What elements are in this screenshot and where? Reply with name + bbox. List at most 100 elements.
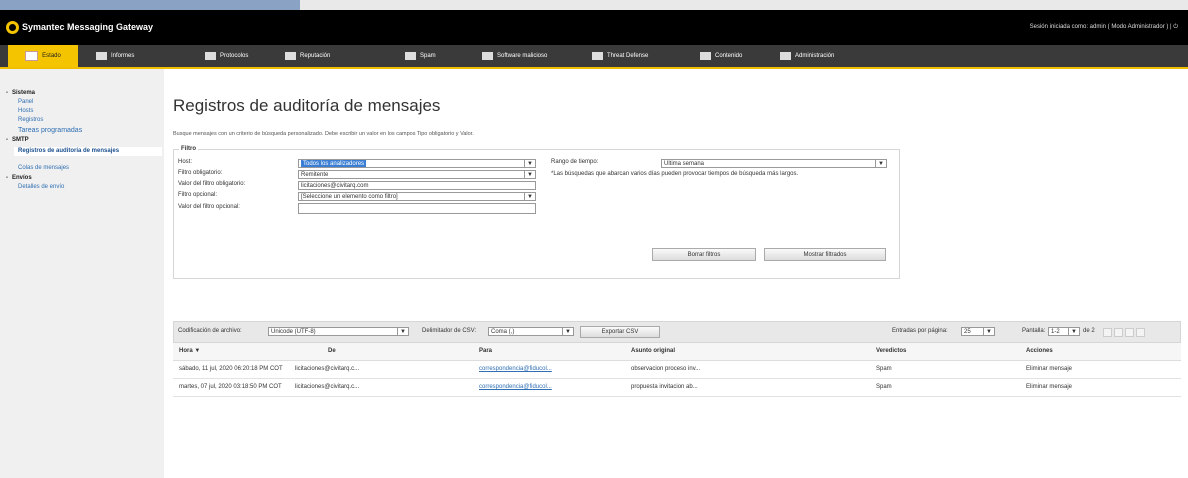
administration-icon <box>780 52 791 60</box>
sidebar-section-sistema[interactable]: Sistema <box>6 90 35 96</box>
main-content: Registros de auditoría de mensajes Busqu… <box>164 69 1188 478</box>
optional-filter-label: Filtro opcional: <box>178 192 218 198</box>
optional-filter-select[interactable]: [Seleccione un elemento como filtro] ▼ <box>298 192 536 201</box>
nav-spam[interactable]: Spam <box>405 45 436 67</box>
cell-asunto: observacion proceso inv... <box>631 366 701 372</box>
next-page-icon[interactable] <box>1125 328 1134 337</box>
reports-icon <box>96 52 107 60</box>
host-label: Host: <box>178 159 193 165</box>
cell-veredicto: Spam <box>876 384 892 390</box>
results-toolbar: Codificación de archivo: Unicode (UTF-8)… <box>173 321 1181 343</box>
last-page-icon[interactable] <box>1136 328 1145 337</box>
table-header: Hora ▼ De Para Asunto original Veredicto… <box>173 343 1181 361</box>
chevron-down-icon: ▼ <box>524 171 535 178</box>
content-icon <box>700 52 711 60</box>
reputation-icon <box>285 52 296 60</box>
spam-icon <box>405 52 416 60</box>
time-range-select[interactable]: Última semana ▼ <box>661 159 887 168</box>
chevron-down-icon: ▼ <box>397 328 408 335</box>
delimiter-label: Delimitador de CSV: <box>422 328 477 334</box>
encoding-select[interactable]: Unicode (UTF-8) ▼ <box>268 327 409 336</box>
chevron-down-icon: ▼ <box>524 193 535 200</box>
page-of-label: de 2 <box>1083 328 1095 334</box>
nav-threat-defense[interactable]: Threat Defense <box>592 45 648 67</box>
chevron-down-icon: ▼ <box>562 328 573 335</box>
cell-hora: martes, 07 jul, 2020 03:18:50 PM COT <box>179 384 282 390</box>
sidebar-item-tareas[interactable]: Tareas programadas <box>18 127 82 134</box>
malware-icon <box>482 52 493 60</box>
filter-legend: Filtro <box>179 146 198 152</box>
previous-page-icon[interactable] <box>1114 328 1123 337</box>
nav-software-malicioso[interactable]: Software malicioso <box>482 45 547 67</box>
sidebar-section-envios[interactable]: Envíos <box>6 175 32 181</box>
threat-defense-icon <box>592 52 603 60</box>
cell-de: licitaciones@civitarq.c... <box>295 384 360 390</box>
column-para[interactable]: Para <box>479 348 492 354</box>
column-acciones[interactable]: Acciones <box>1026 348 1053 354</box>
chevron-down-icon: ▼ <box>983 328 994 335</box>
nav-informes[interactable]: Informes <box>96 45 134 67</box>
browser-tab-bar <box>0 0 300 10</box>
cell-accion[interactable]: Eliminar mensaje <box>1026 366 1072 372</box>
column-de[interactable]: De <box>328 348 336 354</box>
chevron-down-icon: ▼ <box>875 160 886 167</box>
encoding-label: Codificación de archivo: <box>178 328 242 334</box>
cell-para-link[interactable]: correspondencia@fiducol... <box>479 366 552 372</box>
first-page-icon[interactable] <box>1103 328 1112 337</box>
page-description: Busque mensajes con un criterio de búsqu… <box>173 131 474 137</box>
app-title: Symantec Messaging Gateway <box>22 22 154 32</box>
clear-filters-button[interactable]: Borrar filtros <box>652 248 756 261</box>
protocols-icon <box>205 52 216 60</box>
cell-asunto: propuesta invitacion ab... <box>631 384 698 390</box>
nav-estado[interactable]: Estado <box>8 45 78 67</box>
cell-accion[interactable]: Eliminar mensaje <box>1026 384 1072 390</box>
column-asunto[interactable]: Asunto original <box>631 348 675 354</box>
chevron-down-icon: ▼ <box>1068 328 1079 335</box>
sidebar-item-panel[interactable]: Panel <box>18 99 33 105</box>
filter-panel: Filtro Host: Todos los analizadores ▼ Fil… <box>173 146 900 279</box>
entries-per-page-select[interactable]: 25 ▼ <box>961 327 995 336</box>
cell-hora: sábado, 11 jul, 2020 06:20:18 PM COT <box>179 366 283 372</box>
cell-veredicto: Spam <box>876 366 892 372</box>
optional-value-input[interactable] <box>298 203 536 214</box>
app-header: Symantec Messaging Gateway Sesión inicia… <box>0 10 1188 45</box>
time-range-label: Rango de tiempo: <box>551 159 599 165</box>
sidebar-item-registros[interactable]: Registros <box>18 117 43 123</box>
sidebar: Sistema Panel Hosts Registros Tareas pro… <box>0 69 164 478</box>
session-info[interactable]: Sesión iniciada como: admin ( Modo Admin… <box>1030 24 1178 31</box>
chevron-down-icon: ▼ <box>524 160 535 167</box>
nav-protocolos[interactable]: Protocolos <box>205 45 248 67</box>
nav-contenido[interactable]: Contenido <box>700 45 742 67</box>
table-row[interactable]: martes, 07 jul, 2020 03:18:50 PM COT lic… <box>173 379 1181 397</box>
table-row[interactable]: sábado, 11 jul, 2020 06:20:18 PM COT lic… <box>173 361 1181 379</box>
cell-para-link[interactable]: correspondencia@fiducol... <box>479 384 552 390</box>
nav-administracion[interactable]: Administración <box>780 45 834 67</box>
required-filter-label: Filtro obligatorio: <box>178 170 223 176</box>
delimiter-select[interactable]: Coma (,) ▼ <box>488 327 574 336</box>
status-icon <box>25 51 39 61</box>
time-range-note: *Las búsquedas que abarcan varios días p… <box>551 171 799 177</box>
column-veredictos[interactable]: Veredictos <box>876 348 906 354</box>
page-label: Pantalla: <box>1022 328 1046 334</box>
nav-reputacion[interactable]: Reputación <box>285 45 330 67</box>
entries-per-page-label: Entradas por página: <box>892 328 948 334</box>
page-select[interactable]: 1-2 ▼ <box>1048 327 1080 336</box>
column-hora[interactable]: Hora ▼ <box>179 348 200 354</box>
page-title: Registros de auditoría de mensajes <box>173 96 441 115</box>
sidebar-item-auditoria[interactable]: Registros de auditoría de mensajes <box>14 147 162 156</box>
sidebar-item-hosts[interactable]: Hosts <box>18 108 33 114</box>
sidebar-item-detalles-envio[interactable]: Detalles de envío <box>18 184 64 190</box>
browser-strip <box>0 0 1188 10</box>
cell-de: licitaciones@civitarq.c... <box>295 366 360 372</box>
symantec-logo-icon <box>6 21 19 34</box>
required-value-label: Valor del filtro obligatorio: <box>178 181 246 187</box>
sidebar-section-smtp[interactable]: SMTP <box>6 137 29 143</box>
export-csv-button[interactable]: Exportar CSV <box>580 326 660 338</box>
required-value-input[interactable]: licitaciones@civitarq.com <box>298 181 536 190</box>
host-select[interactable]: Todos los analizadores ▼ <box>298 159 536 168</box>
show-filtered-button[interactable]: Mostrar filtrados <box>764 248 886 261</box>
main-navigation: Estado Informes Protocolos Reputación Sp… <box>0 45 1188 69</box>
sidebar-item-colas[interactable]: Colas de mensajes <box>18 165 69 171</box>
required-filter-select[interactable]: Remitente ▼ <box>298 170 536 179</box>
optional-value-label: Valor del filtro opcional: <box>178 204 240 210</box>
